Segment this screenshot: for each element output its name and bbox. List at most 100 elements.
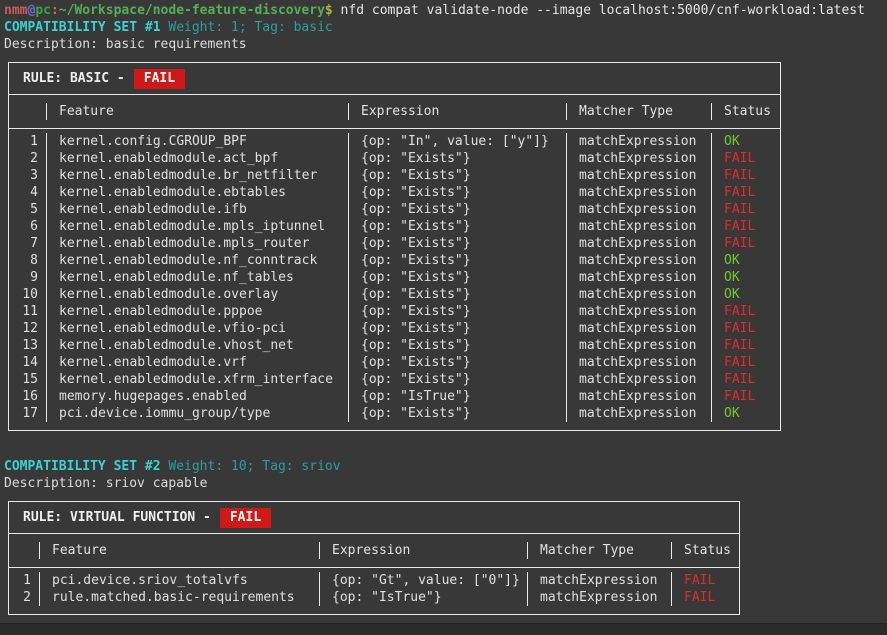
- row-number: 3: [9, 167, 46, 184]
- table-row: 7 kernel.enabledmodule.mpls_router {op: …: [9, 235, 780, 252]
- row-number: 5: [9, 201, 46, 218]
- row-expression: {op: "Exists"}: [348, 150, 566, 167]
- rule-title: RULE: VIRTUAL FUNCTION -: [23, 509, 211, 526]
- row-matcher: matchExpression: [527, 572, 671, 589]
- table-row: 9 kernel.enabledmodule.nf_tables {op: "E…: [9, 269, 780, 286]
- prompt-host: pc: [35, 3, 51, 18]
- row-feature: kernel.enabledmodule.ebtables: [46, 184, 348, 201]
- row-feature: kernel.enabledmodule.mpls_router: [46, 235, 348, 252]
- row-status: OK: [711, 133, 780, 150]
- row-status: FAIL: [711, 354, 780, 371]
- row-feature: kernel.enabledmodule.vhost_net: [46, 337, 348, 354]
- row-number: 17: [9, 405, 46, 422]
- window-bottom-edge: [0, 623, 887, 635]
- row-feature: kernel.enabledmodule.overlay: [46, 286, 348, 303]
- table-row: 15 kernel.enabledmodule.xfrm_interface {…: [9, 371, 780, 388]
- row-expression: {op: "In", value: ["y"]}: [348, 133, 566, 150]
- table-row: 2 kernel.enabledmodule.act_bpf {op: "Exi…: [9, 150, 780, 167]
- set-description: Description: basic requirements: [4, 36, 887, 53]
- row-number: 1: [9, 572, 39, 589]
- row-number: 8: [9, 252, 46, 269]
- row-feature: kernel.enabledmodule.vrf: [46, 354, 348, 371]
- row-feature: kernel.config.CGROUP_BPF: [46, 133, 348, 150]
- prompt-colon: :: [51, 3, 59, 18]
- row-number: 4: [9, 184, 46, 201]
- col-header-expression: Expression: [348, 103, 566, 120]
- row-expression: {op: "Exists"}: [348, 201, 566, 218]
- row-number: 2: [9, 589, 39, 606]
- row-matcher: matchExpression: [566, 201, 711, 218]
- row-feature: memory.hugepages.enabled: [46, 388, 348, 405]
- rule-table-virtual-function: RULE: VIRTUAL FUNCTION - FAIL Feature Ex…: [8, 501, 740, 615]
- row-matcher: matchExpression: [566, 184, 711, 201]
- row-matcher: matchExpression: [566, 252, 711, 269]
- col-header-status: Status: [671, 542, 739, 559]
- row-matcher: matchExpression: [566, 371, 711, 388]
- row-number: 2: [9, 150, 46, 167]
- row-number: 1: [9, 133, 46, 150]
- row-feature: kernel.enabledmodule.vfio-pci: [46, 320, 348, 337]
- row-status: FAIL: [671, 572, 739, 589]
- prompt-path: ~/Workspace/node-feature-discovery: [59, 3, 325, 18]
- table-row: 4 kernel.enabledmodule.ebtables {op: "Ex…: [9, 184, 780, 201]
- table-row: 10 kernel.enabledmodule.overlay {op: "Ex…: [9, 286, 780, 303]
- table-body: 1 kernel.config.CGROUP_BPF {op: "In", va…: [9, 129, 780, 430]
- row-feature: kernel.enabledmodule.mpls_iptunnel: [46, 218, 348, 235]
- col-header-feature: Feature: [46, 103, 348, 120]
- row-number: 14: [9, 354, 46, 371]
- row-matcher: matchExpression: [566, 337, 711, 354]
- row-expression: {op: "Exists"}: [348, 303, 566, 320]
- row-expression: {op: "IsTrue"}: [348, 388, 566, 405]
- row-expression: {op: "Exists"}: [348, 218, 566, 235]
- row-expression: {op: "Exists"}: [348, 269, 566, 286]
- row-feature: kernel.enabledmodule.act_bpf: [46, 150, 348, 167]
- row-expression: {op: "Exists"}: [348, 371, 566, 388]
- terminal-screen[interactable]: nmm@pc:~/Workspace/node-feature-discover…: [0, 0, 887, 635]
- row-status: OK: [711, 405, 780, 422]
- row-status: FAIL: [711, 371, 780, 388]
- row-feature: rule.matched.basic-requirements: [39, 589, 319, 606]
- col-header-feature: Feature: [39, 542, 319, 559]
- row-expression: {op: "Gt", value: ["0"]}: [319, 572, 527, 589]
- prompt-dollar: $: [325, 3, 333, 18]
- row-matcher: matchExpression: [566, 235, 711, 252]
- row-matcher: matchExpression: [566, 354, 711, 371]
- row-number: 11: [9, 303, 46, 320]
- row-status: FAIL: [711, 167, 780, 184]
- row-status: FAIL: [711, 184, 780, 201]
- row-expression: {op: "Exists"}: [348, 354, 566, 371]
- row-matcher: matchExpression: [566, 286, 711, 303]
- prompt-user: nmm: [4, 3, 27, 18]
- row-expression: {op: "Exists"}: [348, 320, 566, 337]
- table-row: 3 kernel.enabledmodule.br_netfilter {op:…: [9, 167, 780, 184]
- col-header-matcher: Matcher Type: [566, 103, 711, 120]
- row-status: OK: [711, 286, 780, 303]
- rule-title: RULE: BASIC -: [23, 70, 125, 87]
- table-row: 11 kernel.enabledmodule.pppoe {op: "Exis…: [9, 303, 780, 320]
- table-row: 12 kernel.enabledmodule.vfio-pci {op: "E…: [9, 320, 780, 337]
- row-matcher: matchExpression: [566, 405, 711, 422]
- row-number: 10: [9, 286, 46, 303]
- set2-heading: COMPATIBILITY SET #2 Weight: 10; Tag: sr…: [4, 458, 887, 475]
- row-matcher: matchExpression: [566, 269, 711, 286]
- row-number: 12: [9, 320, 46, 337]
- row-expression: {op: "Exists"}: [348, 184, 566, 201]
- row-matcher: matchExpression: [527, 589, 671, 606]
- rule-header: RULE: VIRTUAL FUNCTION - FAIL: [9, 502, 739, 534]
- row-matcher: matchExpression: [566, 133, 711, 150]
- row-feature: kernel.enabledmodule.xfrm_interface: [46, 371, 348, 388]
- row-expression: {op: "IsTrue"}: [319, 589, 527, 606]
- row-status: FAIL: [711, 303, 780, 320]
- rule-header: RULE: BASIC - FAIL: [9, 63, 780, 95]
- rule-status-badge: FAIL: [134, 69, 185, 89]
- row-feature: kernel.enabledmodule.nf_tables: [46, 269, 348, 286]
- row-expression: {op: "Exists"}: [348, 167, 566, 184]
- rule-table-basic: RULE: BASIC - FAIL Feature Expression Ma…: [8, 62, 781, 431]
- row-matcher: matchExpression: [566, 388, 711, 405]
- row-matcher: matchExpression: [566, 320, 711, 337]
- column-header-row: Feature Expression Matcher Type Status: [9, 534, 739, 568]
- table-row: 1 pci.device.sriov_totalvfs {op: "Gt", v…: [9, 572, 739, 589]
- row-matcher: matchExpression: [566, 167, 711, 184]
- row-status: FAIL: [711, 201, 780, 218]
- row-status: FAIL: [711, 150, 780, 167]
